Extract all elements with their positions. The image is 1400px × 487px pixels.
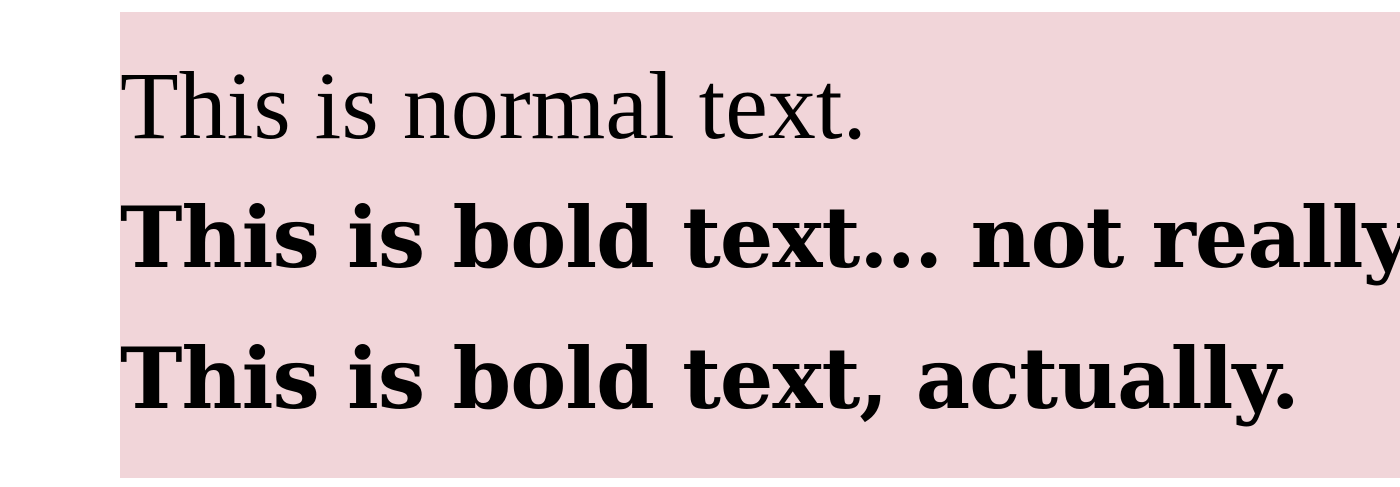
normal-text-line: This is normal text. [120,52,867,159]
bold-text-line: This is bold text, actually. [120,329,1300,428]
faux-bold-text-line: This is bold text… not really. [120,188,1400,287]
